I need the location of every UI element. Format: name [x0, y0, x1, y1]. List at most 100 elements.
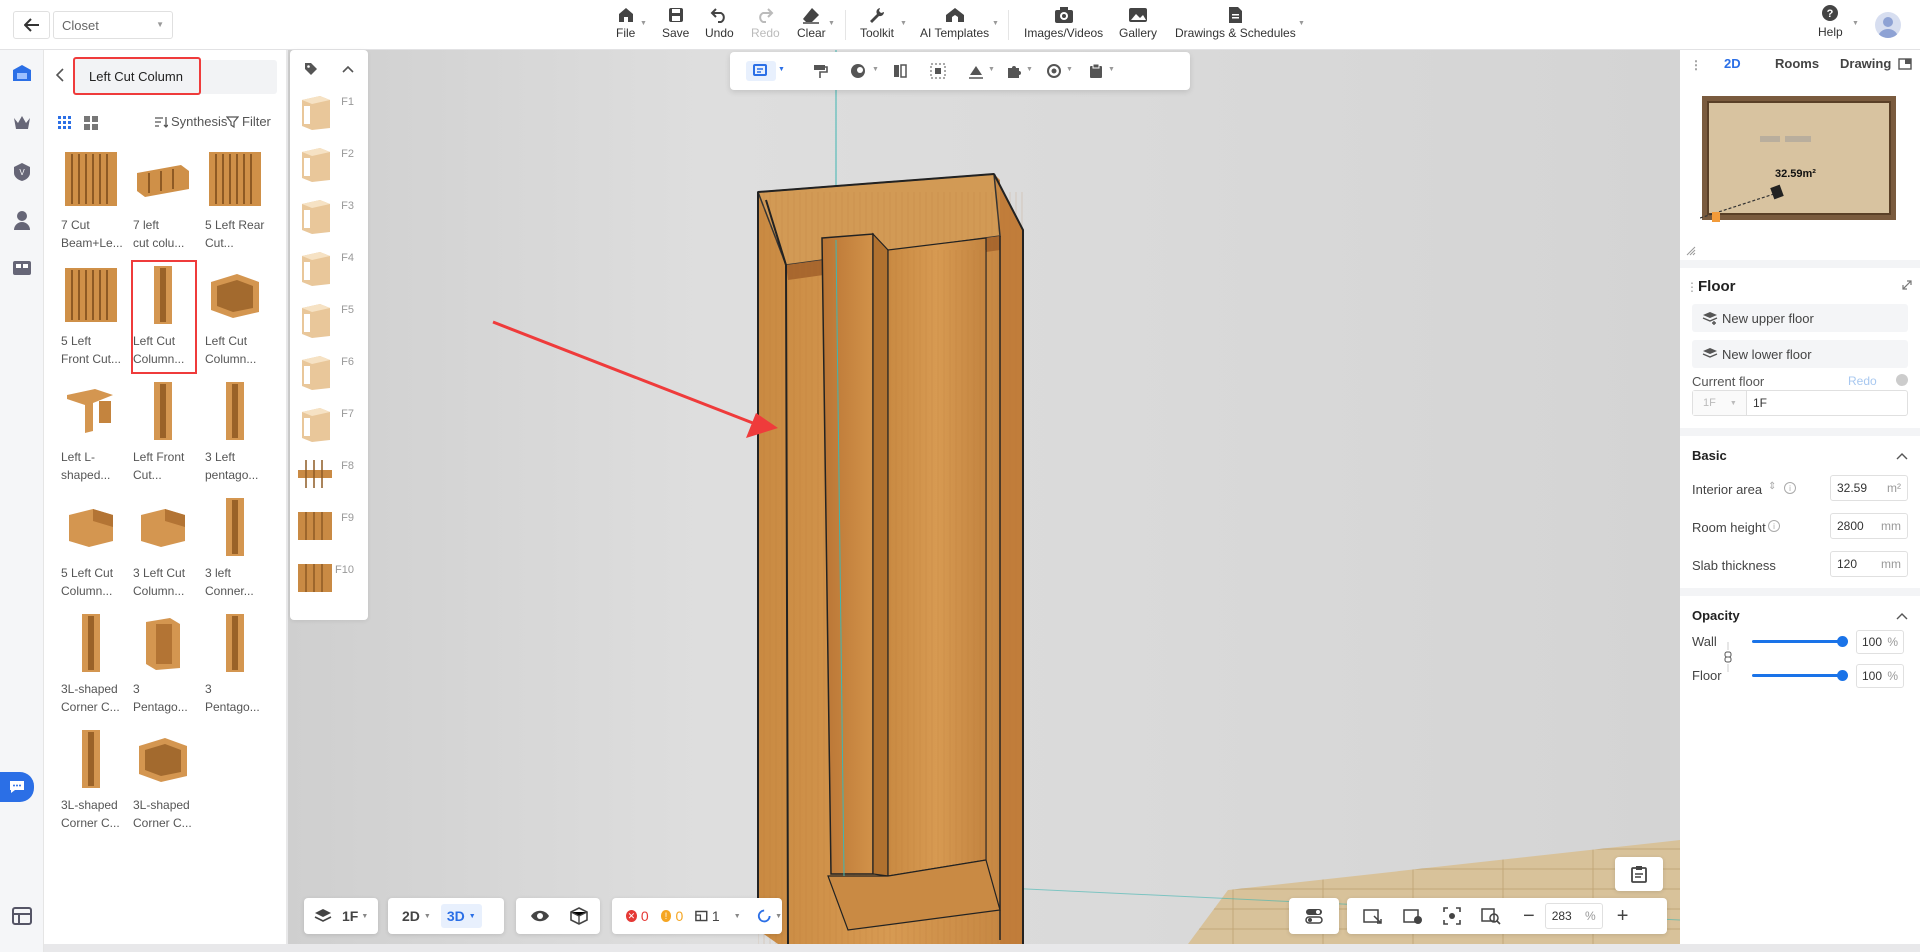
material-icon[interactable]	[848, 61, 868, 81]
link-icon[interactable]	[1724, 642, 1732, 672]
redo-link[interactable]: Redo	[1848, 374, 1877, 388]
chevron-left-icon[interactable]	[56, 68, 64, 82]
eye-icon[interactable]	[530, 909, 550, 923]
floor-opacity-slider[interactable]	[1752, 670, 1848, 681]
catalog-icon[interactable]	[10, 62, 34, 86]
shortcut-item[interactable]: F3	[296, 196, 362, 244]
chat-icon[interactable]	[0, 772, 34, 802]
slider-handle[interactable]	[1837, 636, 1848, 647]
product-item[interactable]: 3L-shaped Corner C...	[61, 610, 123, 720]
wall-opacity-input[interactable]: 100%	[1856, 630, 1904, 654]
new-lower-floor-button[interactable]: New lower floor	[1692, 340, 1908, 368]
drag-handle-icon[interactable]: ⋮	[1686, 280, 1698, 294]
sort-arrows-icon[interactable]: ⇕	[1768, 481, 1776, 492]
avatar[interactable]	[1875, 12, 1901, 38]
filter-button[interactable]: Filter	[226, 114, 271, 129]
sync-caret-icon[interactable]: ▼	[775, 913, 782, 920]
shortcut-item[interactable]: F5	[296, 300, 362, 348]
clear-button[interactable]: Clear	[797, 4, 826, 46]
clipboard-icon[interactable]	[1086, 61, 1106, 81]
group-icon[interactable]	[928, 61, 948, 81]
product-item[interactable]: 3L-shaped Corner C...	[133, 726, 195, 836]
help-button[interactable]: ? Help	[1818, 4, 1843, 39]
badge-icon[interactable]: V	[10, 160, 34, 184]
toolkit-button[interactable]: Toolkit	[860, 4, 894, 46]
shortcut-item[interactable]: F2	[296, 144, 362, 192]
tab-2d[interactable]: 2D	[1724, 56, 1741, 71]
product-item[interactable]: 5 Left Front Cut...	[61, 262, 123, 372]
product-item[interactable]: 7 left cut colu...	[133, 146, 195, 256]
cabinet-icon[interactable]	[10, 256, 34, 280]
room-height-input[interactable]: 2800 mm	[1830, 513, 1908, 539]
person-icon[interactable]	[10, 208, 34, 232]
product-item[interactable]: 3 Pentago...	[205, 610, 267, 720]
collapse-basic-icon[interactable]	[1896, 452, 1908, 460]
maximize-icon[interactable]	[1902, 280, 1912, 290]
product-item[interactable]: Left Cut Column...	[131, 260, 197, 374]
toolkit-caret-icon[interactable]: ▼	[900, 20, 907, 27]
zoom-input[interactable]: 283 %	[1544, 903, 1603, 929]
product-item[interactable]: 5 Left Rear Cut...	[205, 146, 267, 256]
zoom-out-button[interactable]: −	[1523, 905, 1535, 928]
help-caret-icon[interactable]: ▼	[1852, 20, 1859, 27]
3d-viewport[interactable]: ▼ ▼ ▼ ▼ ▼ ▼	[288, 50, 1680, 944]
shortcut-item[interactable]: F8	[296, 456, 362, 504]
align-caret-icon[interactable]: ▼	[988, 66, 995, 73]
large-grid-icon[interactable]	[84, 116, 98, 130]
mode-2d-caret-icon[interactable]: ▼	[424, 913, 431, 920]
target-icon[interactable]	[1044, 61, 1064, 81]
ai-caret-icon[interactable]: ▼	[992, 20, 999, 27]
shortcut-item[interactable]: F1	[296, 92, 362, 140]
chevron-up-icon[interactable]	[342, 65, 354, 73]
product-item[interactable]: 5 Left Cut Column...	[61, 494, 123, 604]
slab-thickness-input[interactable]: 120 mm	[1830, 551, 1908, 577]
material-caret-icon[interactable]: ▼	[872, 66, 879, 73]
images-videos-button[interactable]: Images/Videos	[1024, 4, 1103, 46]
redo-button[interactable]: Redo	[751, 4, 780, 46]
new-upper-floor-button[interactable]: New upper floor	[1692, 304, 1908, 332]
ai-templates-button[interactable]: AI Templates	[920, 4, 989, 46]
align-icon[interactable]	[966, 61, 986, 81]
focus-icon[interactable]	[1443, 907, 1461, 925]
tab-rooms[interactable]: Rooms	[1775, 56, 1819, 71]
room-caret-icon[interactable]: ▼	[734, 913, 741, 920]
product-item[interactable]: Left Front Cut...	[133, 378, 195, 488]
floor-opacity-input[interactable]: 100%	[1856, 664, 1904, 688]
error-icon[interactable]: ✕	[626, 910, 637, 922]
design-selector[interactable]: Closet ▼	[53, 11, 173, 39]
tag-icon[interactable]	[304, 62, 318, 76]
file-caret-icon[interactable]: ▼	[640, 20, 647, 27]
slider-handle[interactable]	[1837, 670, 1848, 681]
product-item[interactable]: 3 Left Cut Column...	[133, 494, 195, 604]
floor-selector[interactable]: 1F ▼	[304, 898, 378, 934]
product-item[interactable]: 7 Cut Beam+Le...	[61, 146, 123, 256]
back-button[interactable]	[13, 11, 50, 39]
puzzle-icon[interactable]	[1004, 61, 1024, 81]
product-item[interactable]: 3L-shaped Corner C...	[61, 726, 123, 836]
info-icon[interactable]	[1896, 374, 1908, 386]
product-item[interactable]: 3 Pentago...	[133, 610, 195, 720]
interior-area-input[interactable]: 32.59 m²	[1830, 475, 1908, 501]
shortcut-item[interactable]: F4	[296, 248, 362, 296]
shortcut-item[interactable]: F7	[296, 404, 362, 452]
warning-icon[interactable]: !	[660, 910, 672, 922]
zoom-search-icon[interactable]	[1481, 907, 1501, 925]
current-floor-field[interactable]: 1F ▼ 1F	[1692, 390, 1908, 416]
info-icon[interactable]: i	[1768, 520, 1780, 532]
mode-3d-button[interactable]: 3D ▼	[440, 904, 482, 928]
layout-icon[interactable]	[10, 904, 34, 928]
collapse-opacity-icon[interactable]	[1896, 612, 1908, 620]
floorplan-minimap[interactable]: ◂	[1700, 90, 1900, 240]
drag-handle-icon[interactable]: ⋮	[1690, 58, 1702, 72]
synthesis-button[interactable]: Synthesis	[154, 114, 227, 129]
product-item[interactable]: 3 Left pentago...	[205, 378, 267, 488]
product-item[interactable]: 3 left Conner...	[205, 494, 267, 604]
clear-caret-icon[interactable]: ▼	[828, 20, 835, 27]
cube-icon[interactable]	[570, 907, 588, 925]
undo-button[interactable]: Undo	[705, 4, 734, 46]
drawings-caret-icon[interactable]: ▼	[1298, 20, 1305, 27]
fit-selection-icon[interactable]	[1363, 907, 1383, 925]
notes-button[interactable]	[1615, 857, 1663, 891]
floor-name-input[interactable]: 1F	[1747, 391, 1767, 415]
room-icon[interactable]	[695, 910, 708, 922]
